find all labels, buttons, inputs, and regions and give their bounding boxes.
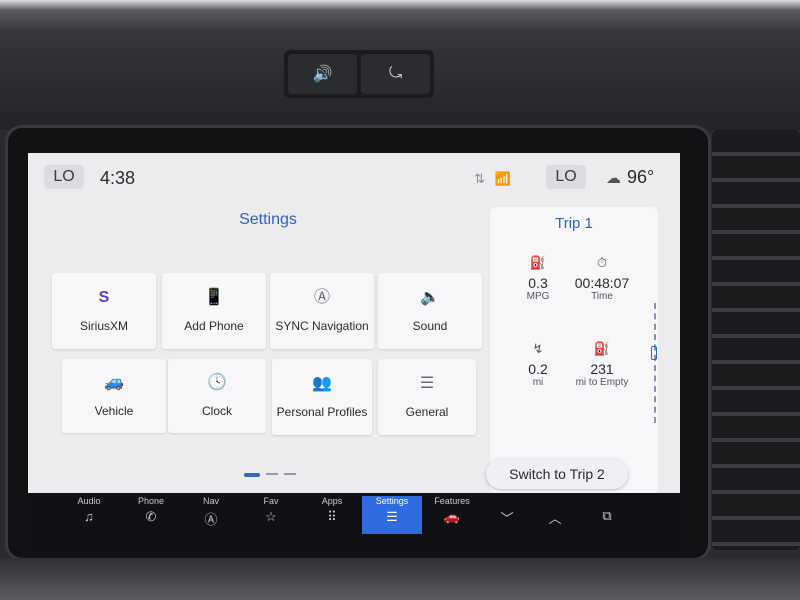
- switch-trip-button[interactable]: Switch to Trip 2: [486, 459, 628, 489]
- profiles-icon: 👥: [312, 375, 332, 392]
- tile-label: Vehicle: [94, 404, 134, 418]
- data-transfer-icon: ⇅: [474, 171, 485, 186]
- nav-label: Nav: [202, 496, 219, 506]
- siriusxm-icon: S: [98, 289, 110, 306]
- nav-nav[interactable]: Nav Ⓐ: [182, 496, 240, 534]
- hardware-buttons: 🔊 ⤿: [284, 50, 434, 98]
- nav-window-switch[interactable]: ⧉: [578, 496, 636, 534]
- status-icons: ⇅ 📶: [474, 171, 511, 187]
- apps-grid-icon: ⠿: [327, 509, 337, 524]
- nav-phone[interactable]: Phone ✆: [122, 496, 180, 534]
- chevron-down-icon: ﹀: [500, 511, 514, 526]
- tile-label: Personal Profiles: [276, 405, 368, 419]
- status-bar: LO 4:38 ⇅ 📶 LO ☁ 96°: [28, 153, 680, 203]
- tile-label: Sound: [412, 319, 448, 333]
- page-dot: [266, 473, 278, 475]
- tile-vehicle[interactable]: 🚙 Vehicle: [62, 359, 166, 433]
- scrollbar-thumb[interactable]: [651, 346, 657, 360]
- tile-label: Add Phone: [184, 319, 244, 333]
- display-toggle-icon: ⤿: [388, 65, 403, 82]
- navigation-icon: Ⓐ: [313, 289, 330, 306]
- tile-label: SiriusXM: [79, 319, 128, 333]
- speaker-icon: 🔈: [420, 289, 440, 306]
- cloud-icon: ☁: [606, 169, 621, 187]
- scrollbar-track[interactable]: [654, 303, 657, 423]
- nav-label: Phone: [137, 496, 165, 506]
- mute-icon: 🔊: [312, 66, 333, 83]
- stat-value: 231: [590, 361, 614, 377]
- windows-icon: ⧉: [602, 508, 612, 523]
- trip-stat-time: ⏱ 00:48:07 Time: [564, 255, 640, 302]
- nav-audio[interactable]: Audio ♫: [60, 496, 118, 534]
- nav-label: Audio: [77, 496, 101, 506]
- music-note-icon: ♫: [84, 509, 94, 524]
- display-hardware-button[interactable]: ⤿: [361, 54, 430, 94]
- settings-title: Settings: [239, 211, 297, 228]
- tile-label: SYNC Navigation: [275, 319, 369, 333]
- stat-unit: Time: [591, 291, 613, 302]
- tile-general[interactable]: ☰ General: [378, 359, 476, 435]
- tile-sync-navigation[interactable]: Ⓐ SYNC Navigation: [270, 273, 374, 349]
- phone-icon: ✆: [145, 509, 157, 524]
- navigation-icon: Ⓐ: [204, 512, 218, 527]
- star-icon: ☆: [265, 509, 277, 524]
- tile-clock[interactable]: 🕓 Clock: [168, 359, 266, 433]
- vehicle-icon: 🚙: [104, 374, 124, 391]
- phone-add-icon: 📱: [204, 289, 224, 306]
- nav-label: Settings: [375, 496, 409, 506]
- tile-sound[interactable]: 🔈 Sound: [378, 273, 482, 349]
- air-vent: [712, 130, 800, 550]
- tile-add-phone[interactable]: 📱 Add Phone: [162, 273, 266, 349]
- bottom-nav-bar: Audio ♫ Phone ✆ Nav Ⓐ Fav ☆ Apps ⠿ Setti…: [28, 493, 680, 553]
- car-icon: 🚗: [443, 509, 461, 524]
- nav-label: Fav: [263, 496, 279, 506]
- trip-title: Trip 1: [555, 215, 593, 232]
- nav-features[interactable]: Features 🚗: [423, 496, 481, 534]
- nav-apps[interactable]: Apps ⠿: [303, 496, 361, 534]
- clock-icon: 🕓: [207, 374, 227, 391]
- driver-temp[interactable]: LO: [44, 165, 84, 189]
- fuel-pump-icon: ⛽: [593, 341, 611, 356]
- general-settings-icon: ☰: [419, 375, 435, 392]
- nav-settings[interactable]: Settings ☰: [362, 496, 422, 534]
- stopwatch-icon: ⏱: [596, 255, 608, 270]
- page-indicator: [244, 473, 296, 477]
- tile-siriusxm[interactable]: S SiriusXM: [52, 273, 156, 349]
- mute-hardware-button[interactable]: 🔊: [288, 54, 357, 94]
- nav-label: Apps: [321, 496, 343, 506]
- outside-weather: ☁ 96°: [606, 167, 654, 188]
- nav-expand[interactable]: ︿: [526, 496, 584, 534]
- nav-fav[interactable]: Fav ☆: [242, 496, 300, 534]
- outside-temp: 96°: [627, 167, 655, 187]
- dashboard-bottom: [0, 558, 800, 600]
- stat-value: 00:48:07: [574, 275, 630, 291]
- nav-label: Features: [434, 496, 470, 506]
- trip-stat-range: ⛽ 231 mi to Empty: [564, 341, 640, 388]
- tile-personal-profiles[interactable]: 👥 Personal Profiles: [272, 359, 372, 435]
- wifi-icon: 📶: [494, 171, 512, 186]
- stat-unit: mi to Empty: [575, 377, 629, 388]
- trip-panel: Trip 1 ⛽ 0.3 MPG ⏱ 00:48:07 Time ↯ 0.2 m…: [490, 207, 658, 493]
- tile-label: Clock: [201, 404, 232, 418]
- chevron-up-icon: ︿: [548, 511, 562, 526]
- page-dot-active: [244, 473, 260, 477]
- settings-sliders-icon: ☰: [386, 509, 398, 524]
- clock-display: 4:38: [100, 168, 136, 188]
- page-dot: [284, 473, 296, 475]
- tile-label: General: [405, 405, 449, 419]
- infotainment-screen: LO 4:38 ⇅ 📶 LO ☁ 96° Settings S SiriusXM…: [28, 153, 680, 553]
- passenger-temp[interactable]: LO: [546, 165, 586, 189]
